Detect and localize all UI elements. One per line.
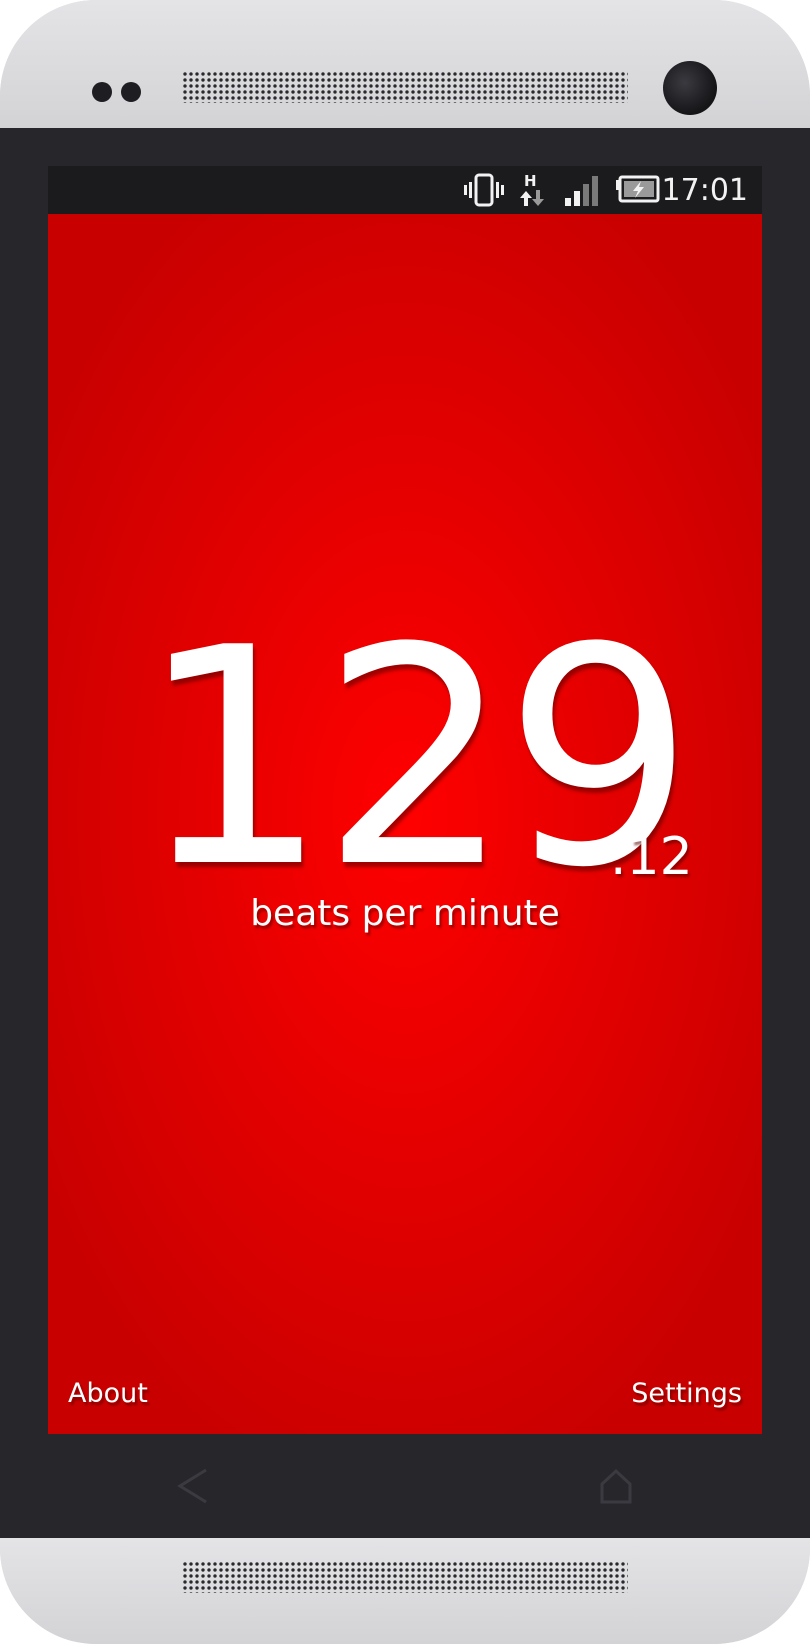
- front-camera: [663, 61, 717, 115]
- bottom-bezel: [0, 1538, 810, 1644]
- bpm-fraction: .12: [610, 827, 693, 887]
- settings-button[interactable]: Settings: [631, 1379, 742, 1409]
- status-time: 17:01: [661, 173, 748, 208]
- bottom-speaker: [182, 1561, 628, 1593]
- bpm-unit-label: beats per minute: [250, 893, 560, 934]
- phone-frame: H 17:01 129 .12 beats per minute About S…: [0, 0, 810, 1644]
- about-button[interactable]: About: [68, 1379, 148, 1409]
- earpiece-speaker: [182, 71, 628, 103]
- network-type-label: H: [524, 172, 537, 190]
- proximity-sensor: [92, 82, 112, 102]
- status-bar: H 17:01: [48, 166, 762, 214]
- light-sensor: [121, 82, 141, 102]
- heart-rate-app: 129 .12 beats per minute About Settings: [48, 214, 762, 1434]
- bpm-value: 129: [138, 584, 695, 933]
- back-icon[interactable]: [170, 1462, 218, 1510]
- screen: H 17:01 129 .12 beats per minute About S…: [48, 166, 762, 1434]
- top-bezel: [0, 0, 810, 128]
- vibrate-icon: [464, 173, 504, 207]
- network-data-icon: H: [520, 172, 544, 206]
- battery-charging-icon: [616, 175, 660, 203]
- home-icon[interactable]: [592, 1462, 640, 1510]
- signal-icon: [565, 176, 598, 206]
